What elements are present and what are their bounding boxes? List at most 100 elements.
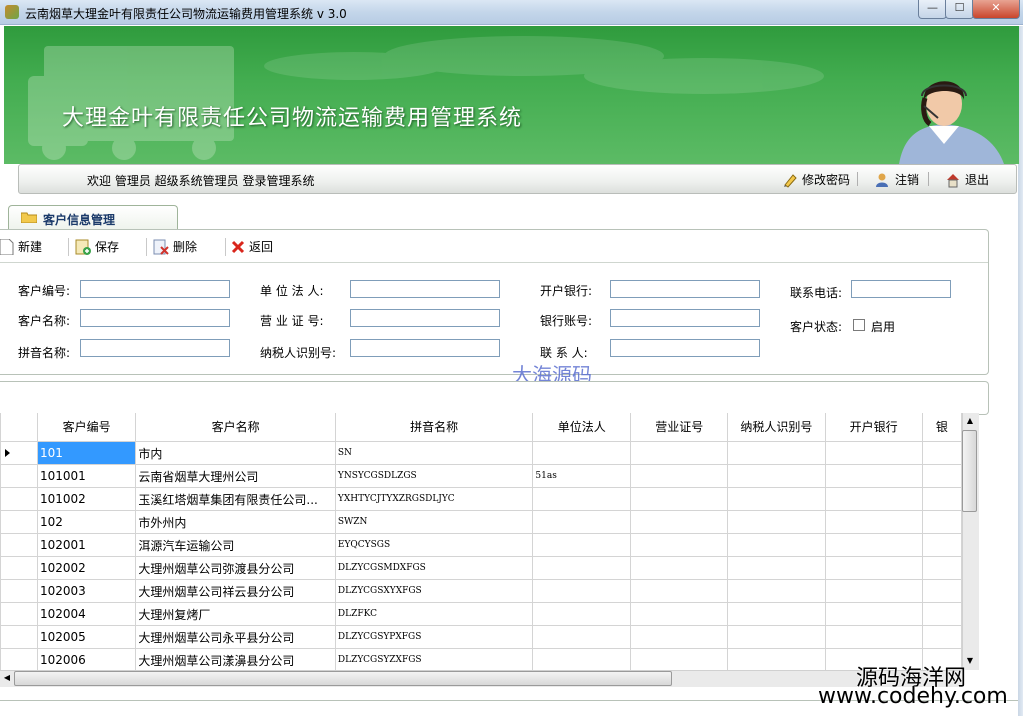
customer-name-input[interactable] — [80, 309, 230, 327]
table-row[interactable]: 101001 云南省烟草大理州公司 YNSYCGSDLZGS 51as — [0, 464, 962, 488]
cell-pinyin-name[interactable]: YXHTYCJTYXZRGSDLJYC — [334, 487, 534, 511]
cell-bank[interactable] — [824, 441, 923, 465]
cell-bank-account[interactable] — [921, 533, 962, 557]
cell-taxpayer-id[interactable] — [727, 602, 826, 626]
cell-business-license[interactable] — [630, 579, 729, 603]
taxpayer-id-input[interactable] — [350, 339, 500, 357]
cell-bank-account[interactable] — [921, 579, 962, 603]
cell-customer-name[interactable]: 大理州烟草公司漾濞县分公司 — [135, 648, 336, 670]
table-row[interactable]: 101 市内 SN — [0, 441, 962, 465]
cell-customer-name[interactable]: 大理州烟草公司永平县分公司 — [135, 625, 336, 649]
column-header[interactable]: 单位法人 — [532, 413, 632, 442]
cell-taxpayer-id[interactable] — [727, 625, 826, 649]
cell-customer-code[interactable]: 102005 — [36, 625, 137, 649]
minimize-button[interactable]: — — [918, 0, 947, 19]
cell-pinyin-name[interactable]: SN — [334, 441, 534, 465]
cell-legal-person[interactable] — [532, 487, 632, 511]
cell-legal-person[interactable] — [532, 602, 632, 626]
cell-customer-code[interactable]: 101001 — [36, 464, 137, 488]
cell-legal-person[interactable] — [532, 533, 632, 557]
cell-pinyin-name[interactable]: DLZFKC — [334, 602, 534, 626]
cell-business-license[interactable] — [630, 648, 729, 670]
table-row[interactable]: 102004 大理州复烤厂 DLZFKC — [0, 602, 962, 626]
cell-bank-account[interactable] — [921, 556, 962, 580]
cell-customer-code[interactable]: 102 — [36, 510, 137, 534]
cell-taxpayer-id[interactable] — [727, 648, 826, 670]
cell-bank-account[interactable] — [921, 441, 962, 465]
exit-button[interactable]: 退出 — [945, 171, 989, 188]
cell-customer-code[interactable]: 102003 — [36, 579, 137, 603]
cell-legal-person[interactable] — [532, 648, 632, 670]
change-password-button[interactable]: 修改密码 — [782, 171, 850, 188]
cell-taxpayer-id[interactable] — [727, 556, 826, 580]
table-row[interactable]: 101002 玉溪红塔烟草集团有限责任公司... YXHTYCJTYXZRGSDLJ… — [0, 487, 962, 511]
cell-legal-person[interactable] — [532, 556, 632, 580]
table-row[interactable]: 102002 大理州烟草公司弥渡县分公司 DLZYCGSMDXFGS — [0, 556, 962, 580]
cell-business-license[interactable] — [630, 602, 729, 626]
row-header[interactable] — [0, 464, 38, 488]
cell-pinyin-name[interactable]: DLZYCGSYPXFGS — [334, 625, 534, 649]
column-header[interactable]: 银 — [921, 413, 962, 442]
back-button[interactable]: 返回 — [231, 238, 273, 255]
row-header[interactable] — [0, 602, 38, 626]
cell-bank[interactable] — [824, 556, 923, 580]
bank-input[interactable] — [610, 280, 760, 298]
row-header[interactable] — [0, 579, 38, 603]
business-license-input[interactable] — [350, 309, 500, 327]
cell-pinyin-name[interactable]: YNSYCGSDLZGS — [334, 464, 534, 488]
cell-customer-name[interactable]: 大理州复烤厂 — [135, 602, 336, 626]
maximize-button[interactable]: ☐ — [945, 0, 974, 19]
cell-pinyin-name[interactable]: DLZYCGSXYXFGS — [334, 579, 534, 603]
contact-person-input[interactable] — [610, 339, 760, 357]
row-header[interactable] — [0, 441, 38, 465]
row-header[interactable] — [0, 533, 38, 557]
cell-business-license[interactable] — [630, 556, 729, 580]
cell-bank-account[interactable] — [921, 510, 962, 534]
row-header[interactable] — [0, 648, 38, 670]
cell-legal-person[interactable] — [532, 441, 632, 465]
column-header[interactable]: 客户名称 — [135, 413, 336, 442]
close-button[interactable]: ✕ — [972, 0, 1020, 19]
table-row[interactable]: 102003 大理州烟草公司祥云县分公司 DLZYCGSXYXFGS — [0, 579, 962, 603]
save-button[interactable]: 保存 — [75, 238, 119, 255]
column-header[interactable]: 营业证号 — [630, 413, 729, 442]
cell-customer-name[interactable]: 大理州烟草公司弥渡县分公司 — [135, 556, 336, 580]
cell-business-license[interactable] — [630, 533, 729, 557]
cell-pinyin-name[interactable]: SWZN — [334, 510, 534, 534]
cell-business-license[interactable] — [630, 441, 729, 465]
cell-customer-code[interactable]: 102004 — [36, 602, 137, 626]
cell-bank[interactable] — [824, 487, 923, 511]
cell-taxpayer-id[interactable] — [727, 464, 826, 488]
row-header[interactable] — [0, 556, 38, 580]
cell-business-license[interactable] — [630, 487, 729, 511]
vertical-scroll-thumb[interactable] — [962, 430, 977, 512]
cell-customer-name[interactable]: 市内 — [135, 441, 336, 465]
cell-customer-code[interactable]: 101 — [36, 441, 137, 465]
column-header[interactable]: 开户银行 — [824, 413, 923, 442]
customer-code-input[interactable] — [80, 280, 230, 298]
delete-button[interactable]: 删除 — [153, 238, 197, 255]
cell-pinyin-name[interactable]: EYQCYSGS — [334, 533, 534, 557]
row-header[interactable] — [0, 510, 38, 534]
table-row[interactable]: 102005 大理州烟草公司永平县分公司 DLZYCGSYPXFGS — [0, 625, 962, 649]
column-header[interactable]: 纳税人识别号 — [727, 413, 826, 442]
cell-legal-person[interactable] — [532, 625, 632, 649]
cell-taxpayer-id[interactable] — [727, 487, 826, 511]
cell-taxpayer-id[interactable] — [727, 441, 826, 465]
horizontal-scroll-thumb[interactable] — [14, 671, 672, 686]
logout-button[interactable]: 注销 — [875, 171, 919, 188]
tab-customer-info[interactable]: 客户信息管理 — [8, 205, 178, 230]
table-row[interactable]: 102006 大理州烟草公司漾濞县分公司 DLZYCGSYZXFGS — [0, 648, 962, 670]
cell-customer-code[interactable]: 101002 — [36, 487, 137, 511]
pinyin-name-input[interactable] — [80, 339, 230, 357]
cell-customer-name[interactable]: 云南省烟草大理州公司 — [135, 464, 336, 488]
cell-business-license[interactable] — [630, 510, 729, 534]
cell-customer-name[interactable]: 大理州烟草公司祥云县分公司 — [135, 579, 336, 603]
legal-person-input[interactable] — [350, 280, 500, 298]
cell-legal-person[interactable]: 51as — [532, 464, 632, 488]
cell-bank-account[interactable] — [921, 487, 962, 511]
cell-pinyin-name[interactable]: DLZYCGSMDXFGS — [334, 556, 534, 580]
cell-business-license[interactable] — [630, 464, 729, 488]
row-header[interactable] — [0, 487, 38, 511]
cell-bank-account[interactable] — [921, 625, 962, 649]
